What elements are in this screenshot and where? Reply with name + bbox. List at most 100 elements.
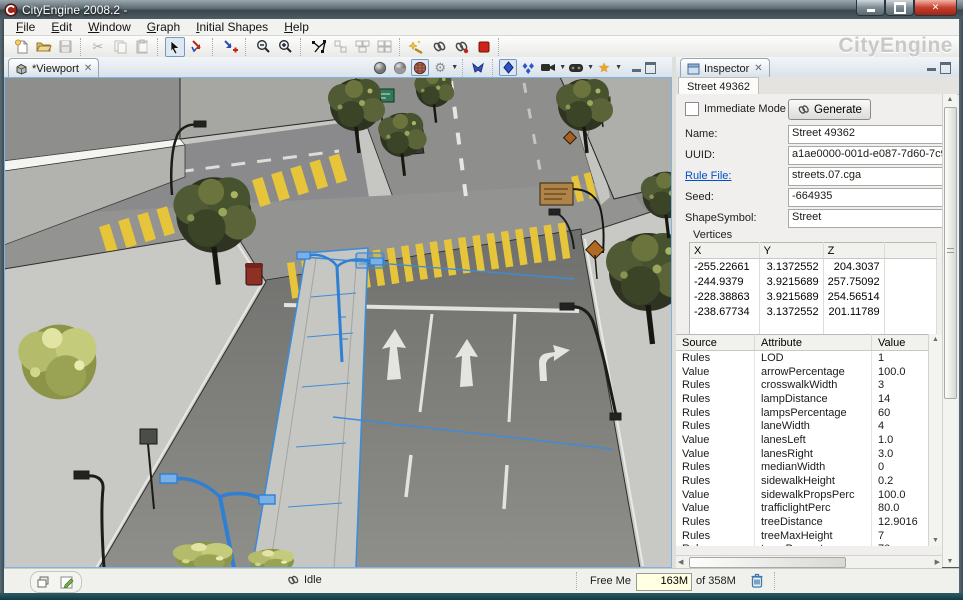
vertex-row[interactable]: -244.93793.9215689257.75092 [690, 274, 937, 289]
scroll-right-icon[interactable]: ▶ [935, 557, 940, 568]
attribute-row[interactable]: RuleslampDistance14 [676, 392, 928, 406]
shape-tab[interactable]: Street 49362 [678, 77, 759, 95]
copy-icon[interactable] [110, 37, 130, 57]
shaded-sphere-icon[interactable] [391, 59, 409, 76]
maximize-view-icon[interactable] [645, 62, 656, 74]
viewport-canvas[interactable] [4, 77, 672, 568]
generate-button[interactable]: Generate [788, 99, 871, 120]
garbage-collect-icon[interactable] [750, 572, 764, 589]
add-shape-icon[interactable] [220, 37, 240, 57]
vertices-header-z[interactable]: Z [823, 243, 884, 259]
scroll-up-icon[interactable]: ▲ [929, 334, 942, 345]
attr-header-source[interactable]: Source [676, 335, 755, 351]
vertices-header-y[interactable]: Y [759, 243, 823, 259]
viewport-tab[interactable]: *Viewport ✕ [8, 58, 99, 78]
attribute-row[interactable]: RulestreeMaxHeight7 [676, 529, 928, 543]
vertex-row[interactable]: -255.226613.1372552204.3037 [690, 259, 937, 275]
wand-tool-icon[interactable] [407, 37, 427, 57]
close-button[interactable]: ✕ [914, 0, 957, 16]
attribute-row[interactable]: ValuesidewalkPropsPerc100.0 [676, 488, 928, 502]
title-bar[interactable]: CityEngine 2008.2 - [0, 0, 963, 19]
inspector-maximize-icon[interactable] [940, 62, 951, 74]
settings-gear-icon[interactable]: ⚙ [431, 59, 449, 76]
inspector-tab[interactable]: Inspector ✕ [680, 58, 770, 78]
attribute-row[interactable]: RulestreesPercentage70 [676, 543, 928, 546]
scroll-left-icon[interactable]: ◀ [678, 557, 683, 568]
select-tool-icon[interactable] [165, 37, 185, 57]
generate-link-alt-icon[interactable] [451, 37, 471, 57]
inspector-horizontal-scrollbar[interactable]: ◀ ▶ [676, 555, 942, 568]
menu-edit[interactable]: Edit [43, 19, 80, 35]
minimize-button[interactable] [856, 0, 885, 16]
maximize-button[interactable] [885, 0, 914, 16]
menu-graph[interactable]: Graph [139, 19, 188, 35]
vertical-scroll-thumb[interactable] [944, 107, 957, 399]
attribute-row[interactable]: ValuelanesLeft1.0 [676, 433, 928, 447]
inspector-close-icon[interactable]: ✕ [754, 63, 762, 74]
shape-symbol-field[interactable]: Street [788, 209, 942, 228]
vertices-table[interactable]: X Y Z -255.226613.1372552204.3037 -244.9… [689, 242, 937, 340]
vertex-row[interactable]: -228.388633.9215689254.56514 [690, 289, 937, 304]
edit-note-icon[interactable] [59, 575, 76, 590]
attribute-row[interactable]: RulessidewalkHeight0.2 [676, 474, 928, 488]
views-dropdown-icon[interactable]: ▼ [587, 64, 594, 71]
paste-icon[interactable] [132, 37, 152, 57]
open-folder-icon[interactable] [33, 37, 53, 57]
camera-icon[interactable] [539, 59, 557, 76]
zoom-in-icon[interactable] [275, 37, 295, 57]
memory-used-field[interactable]: 163M [636, 573, 692, 591]
layout-windows-icon[interactable] [352, 37, 372, 57]
inspector-vertical-scrollbar[interactable]: ▲ ▼ [942, 94, 957, 567]
name-field[interactable]: Street 49362 [788, 125, 942, 144]
new-file-icon[interactable] [11, 37, 31, 57]
stop-icon[interactable] [473, 37, 493, 57]
attribute-row[interactable]: RulescrosswalkWidth3 [676, 378, 928, 392]
immediate-mode-checkbox[interactable] [685, 102, 699, 116]
layout-grid-icon[interactable] [374, 37, 394, 57]
vertices-header-x[interactable]: X [690, 243, 760, 259]
edit-polygon-icon[interactable] [308, 37, 328, 57]
attribute-row[interactable]: RulesmedianWidth0 [676, 461, 928, 475]
textured-sphere-icon[interactable] [411, 59, 429, 76]
cut-icon[interactable]: ✂ [88, 37, 108, 57]
zoom-out-icon[interactable] [253, 37, 273, 57]
attribute-row[interactable]: RulestreeDistance12.9016 [676, 515, 928, 529]
attribute-row[interactable]: ValuearrowPercentage100.0 [676, 365, 928, 379]
views-icon[interactable] [567, 59, 585, 76]
seed-field[interactable]: -664935 [788, 188, 942, 207]
scroll-down-icon[interactable]: ▼ [929, 535, 942, 546]
horizontal-scroll-thumb[interactable] [689, 557, 846, 568]
restore-windows-icon[interactable] [36, 575, 51, 589]
rule-file-link[interactable]: Rule File: [685, 170, 731, 182]
attr-header-value[interactable]: Value [872, 335, 929, 351]
viewport-close-icon[interactable]: ✕ [84, 63, 92, 74]
menu-initial-shapes[interactable]: Initial Shapes [188, 19, 276, 35]
attribute-row[interactable]: RuleslaneWidth4 [676, 419, 928, 433]
generate-link-icon[interactable] [429, 37, 449, 57]
bookmark-star-icon[interactable]: ★ [595, 59, 613, 76]
select-blue-icon[interactable] [499, 59, 517, 76]
gear-dropdown-icon[interactable]: ▼ [451, 64, 458, 71]
attribute-row[interactable]: ValuelanesRight3.0 [676, 447, 928, 461]
wireframe-sphere-icon[interactable] [371, 59, 389, 76]
rule-file-field[interactable]: streets.07.cga [788, 167, 942, 186]
attr-header-attribute[interactable]: Attribute [755, 335, 872, 351]
move-tool-icon[interactable] [187, 37, 207, 57]
split-cells-icon[interactable] [330, 37, 350, 57]
scroll-down-icon[interactable]: ▼ [943, 556, 957, 567]
minimize-view-icon[interactable] [632, 63, 641, 72]
navigate-tool-icon[interactable] [469, 59, 487, 76]
menu-file[interactable]: File [8, 19, 43, 35]
attribute-row[interactable]: RuleslampsPercentage60 [676, 406, 928, 420]
scroll-up-icon[interactable]: ▲ [943, 94, 957, 105]
menu-window[interactable]: Window [80, 19, 139, 35]
vertex-row[interactable]: -238.677343.1372552201.11789 [690, 304, 937, 319]
attributes-vertical-scrollbar[interactable]: ▲ ▼ [928, 334, 942, 546]
save-icon[interactable] [55, 37, 75, 57]
menu-help[interactable]: Help [276, 19, 317, 35]
star-dropdown-icon[interactable]: ▼ [615, 64, 622, 71]
select-group-icon[interactable] [519, 59, 537, 76]
attribute-row[interactable]: ValuetrafficlightPerc80.0 [676, 502, 928, 516]
camera-dropdown-icon[interactable]: ▼ [559, 64, 566, 71]
uuid-field[interactable]: a1ae0000-001d-e087-7d60-7c9fb43311d [788, 146, 942, 165]
